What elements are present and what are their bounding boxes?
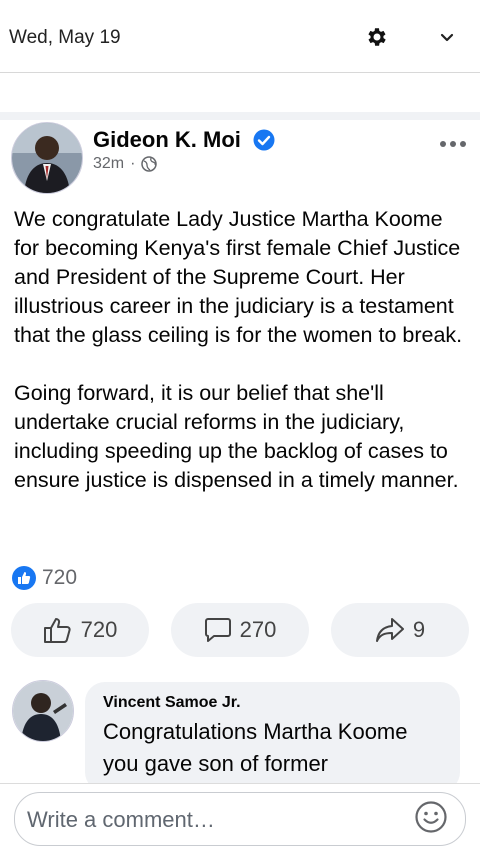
post-text: We congratulate Lady Justice Martha Koom… <box>14 205 469 524</box>
commenter-avatar[interactable] <box>12 680 74 742</box>
thumbs-up-icon <box>43 618 71 643</box>
reaction-count: 720 <box>42 566 78 589</box>
post-paragraph: We congratulate Lady Justice Martha Koom… <box>14 207 463 347</box>
share-button[interactable]: 9 <box>331 603 469 657</box>
like-button[interactable]: 720 <box>11 603 149 657</box>
globe-icon <box>141 156 158 172</box>
reaction-summary[interactable]: 720 <box>12 566 77 590</box>
date-label: Wed, May 19 <box>9 27 121 48</box>
verified-badge-icon <box>253 129 275 151</box>
comment-input-wrapper <box>14 792 466 846</box>
gear-icon[interactable] <box>365 25 389 49</box>
post-time[interactable]: 32m <box>93 155 124 173</box>
comment-text: Congratulations Martha Koome you gave so… <box>103 719 408 776</box>
comment-icon <box>204 618 231 642</box>
chevron-down-icon[interactable] <box>437 27 457 47</box>
post-meta: 32m · <box>93 155 158 173</box>
share-icon <box>375 618 404 642</box>
comment-count: 270 <box>239 617 277 642</box>
share-count: 9 <box>412 617 426 642</box>
like-count: 720 <box>80 617 118 642</box>
meta-separator: · <box>130 155 136 172</box>
emoji-icon[interactable] <box>414 800 448 834</box>
more-options-icon[interactable] <box>438 138 468 150</box>
post-paragraph: Going forward, it is our belief that she… <box>14 381 459 492</box>
like-reaction-icon <box>12 566 36 590</box>
author-avatar[interactable] <box>11 122 83 194</box>
comment-input[interactable] <box>25 803 409 837</box>
commenter-name[interactable]: Vincent Samoe Jr. <box>103 694 241 712</box>
notification-header: Wed, May 19 <box>0 0 480 73</box>
notification-icons-row <box>0 73 480 111</box>
section-divider <box>0 112 480 120</box>
post-author-name[interactable]: Gideon K. Moi <box>93 127 241 153</box>
comment-button[interactable]: 270 <box>171 603 309 657</box>
